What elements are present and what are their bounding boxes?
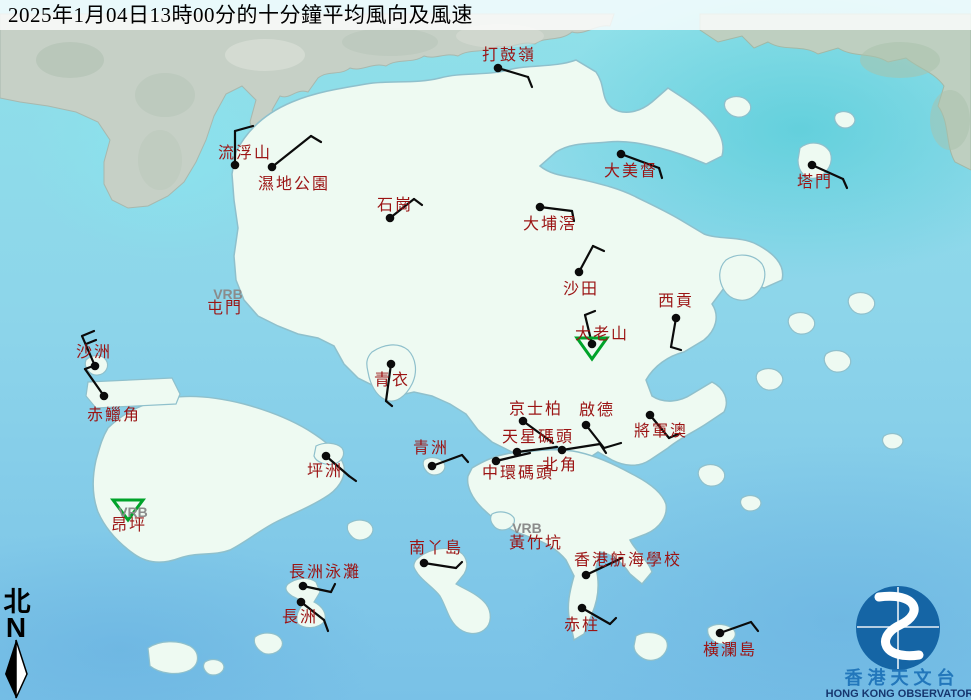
map-title: 2025年1月04日13時00分的十分鐘平均風向及風速: [0, 0, 971, 30]
station-label: 沙田: [563, 281, 599, 298]
station-label: 將軍澳: [634, 422, 688, 440]
station-dot: [268, 163, 277, 172]
station-label: 西貢: [658, 293, 694, 310]
station-dot: [617, 150, 626, 159]
station-label: 啟德: [579, 401, 615, 419]
station-label: 天星碼頭: [502, 428, 574, 446]
station-label: 打鼓嶺: [482, 46, 536, 64]
station-label: 大埔滘: [523, 215, 577, 233]
station-label: 流浮山: [218, 144, 272, 162]
station-dot: [428, 462, 437, 471]
hko-logo-name-cjk: 香港天文台: [844, 667, 960, 688]
station-dot: [420, 559, 429, 568]
station-dot: [808, 161, 817, 170]
station-label: 橫瀾島: [703, 641, 757, 659]
station-tuen-mun: VRB屯門: [207, 286, 243, 317]
station-dot: [492, 457, 501, 466]
station-dot: [582, 571, 591, 580]
station-label: 石崗: [377, 196, 413, 214]
station-label: 沙洲: [76, 344, 112, 361]
station-label: 中環碼頭: [482, 464, 554, 482]
north-label-n: N: [6, 612, 26, 643]
station-dot: [578, 604, 587, 613]
station-dot: [297, 598, 306, 607]
station-label: 濕地公園: [258, 175, 330, 193]
station-dot: [716, 629, 725, 638]
station-dot: [299, 582, 308, 591]
station-label: 赤鱲角: [87, 406, 141, 424]
station-dot: [322, 452, 331, 461]
station-label: 坪洲: [307, 462, 343, 480]
station-label: 黃竹坑: [509, 534, 563, 552]
station-dot: [582, 421, 591, 430]
station-dot: [558, 446, 567, 455]
station-label: 屯門: [207, 299, 243, 317]
station-label: 大美督: [604, 162, 658, 180]
station-label: 長洲: [282, 608, 318, 626]
vrb-label: VRB: [512, 520, 542, 536]
station-label: 長洲泳灘: [289, 563, 361, 581]
station-label: 南丫島: [409, 539, 463, 557]
title-bar: 2025年1月04日13時00分的十分鐘平均風向及風速: [0, 0, 971, 30]
station-label: 赤柱: [564, 616, 600, 634]
station-label: 青衣: [374, 371, 410, 389]
station-dot: [646, 411, 655, 420]
station-label: 大老山: [575, 325, 629, 343]
station-label: 塔門: [797, 173, 833, 191]
station-dot: [100, 392, 109, 401]
hko-logo-name-en: HONG KONG OBSERVATORY: [826, 688, 971, 700]
station-dot: [387, 360, 396, 369]
wind-map: 打鼓嶺流浮山濕地公園石崗大美督塔門大埔滘沙田大老山西貢沙洲赤鱲角VRB屯門VRB…: [0, 0, 971, 700]
station-dot: [575, 268, 584, 277]
station-label: 香港航海學校: [574, 551, 682, 569]
station-label: 京士柏: [509, 400, 563, 418]
station-label: 昂坪: [111, 516, 147, 534]
station-dot: [672, 314, 681, 323]
station-dot: [494, 64, 503, 73]
wind-map-screen: 打鼓嶺流浮山濕地公園石崗大美督塔門大埔滘沙田大老山西貢沙洲赤鱲角VRB屯門VRB…: [0, 0, 971, 700]
station-dot: [386, 214, 395, 223]
station-label: 青洲: [413, 439, 449, 457]
station-ngong-ping: VRB昂坪: [111, 500, 148, 534]
station-dot: [536, 203, 545, 212]
